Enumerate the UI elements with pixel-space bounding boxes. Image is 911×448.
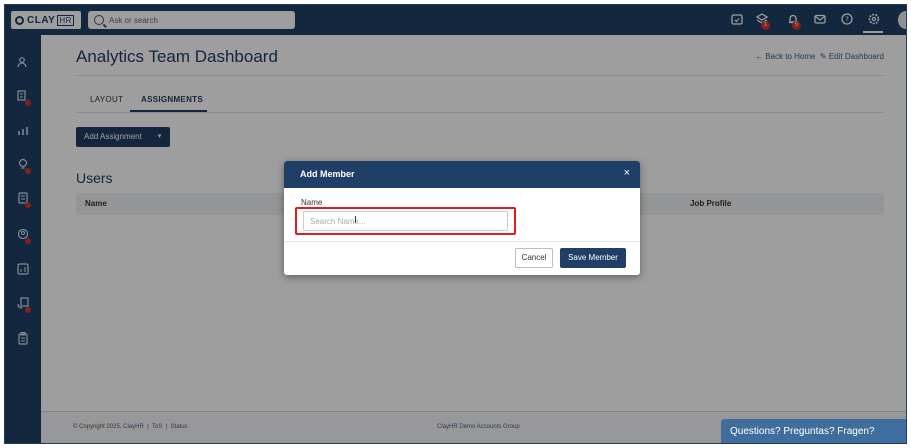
dialog-title: Add Member — [300, 169, 355, 179]
text-cursor-icon: ​I — [354, 215, 357, 226]
search-name-input[interactable] — [303, 211, 508, 231]
dialog-divider — [284, 241, 640, 242]
app-window: CLAY HR Ask or search 1 5 ? Analytics Te… — [4, 4, 907, 444]
cancel-button[interactable]: Cancel — [515, 248, 553, 268]
chat-widget-button[interactable]: Questions? Preguntas? Fragen? — [721, 419, 906, 443]
save-member-button[interactable]: Save Member — [560, 248, 626, 268]
add-member-dialog: Add Member × Name ​I Cancel Save Member — [284, 161, 640, 275]
close-icon[interactable]: × — [624, 167, 630, 179]
dialog-header: Add Member × — [284, 161, 640, 188]
name-field-label: Name — [301, 198, 323, 207]
